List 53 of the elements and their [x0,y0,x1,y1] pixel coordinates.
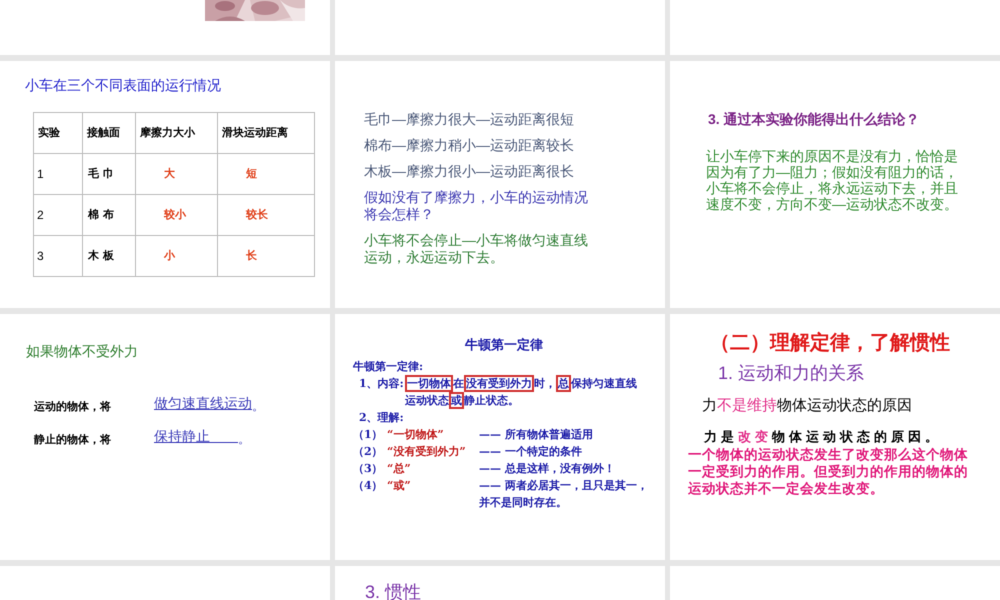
table-cell: 棉 布 [82,194,136,236]
slide-title: 牛顿第一定律 [464,337,544,354]
item-number: （4） [353,478,384,494]
table-cell: 大 [136,154,218,194]
section-heading: 牛顿第一定律: [353,359,424,375]
column-header: 摩擦力大小 [136,112,218,154]
prompt-text: 静止的物体，将 [32,432,112,448]
item-explanation: —— 一个特定的条件 [479,444,582,460]
slide-paragraph: 一个物体的运动状态发生了改变那么这个物体一定受到力的作用。但受到力的作用的物体的运动状态并不一定会发生改变。 [688,446,969,497]
slide-title: 3. 通过本实验你能得出什么结论？ [708,110,921,129]
table-cell: 长 [218,236,314,276]
text-line: 假如没有了摩擦力，小车的运动情况将会怎样？ [364,189,589,223]
quoted-term: “或” [387,478,412,494]
slide-title: 如果物体不受外力 [26,342,139,361]
table-cell: 短 [218,154,314,194]
table-cell: 1 [34,154,82,194]
answer-text: 保持静止 [154,428,211,447]
table-cell: 较小 [136,194,218,236]
slide-title: 小车在三个不同表面的运行情况 [25,76,222,95]
prompt-text: 运动的物体，将 [33,400,112,414]
item-number: （3） [353,461,384,477]
table-cell: 2 [34,194,82,236]
table-cell: 木 板 [82,236,136,276]
slide-paragraph: 让小车停下来的原因不是没有力，恰恰是因为有了力—阻力；假如没有阻力的话，小车将不会停止，将永远运动下去，并且速度不变，方向不变—运动状态不改变。 [706,148,959,212]
item-explanation: —— 总是这样，没有例外！ [479,461,615,477]
section-heading: 2、理解: [358,410,405,426]
text-line: 小车将不会停止—小车将做匀速直线运动，永远运动下去。 [364,232,589,266]
slide-subtitle: 1. 运动和力的关系 [717,362,866,385]
answer-text: 做匀速直线运动 [154,396,252,414]
quoted-term: “一切物体” [387,427,445,443]
item-number: （2） [353,444,384,460]
period-text: 。 [238,431,250,448]
table-cell: 毛 巾 [82,154,136,194]
text-line: 木板—摩擦力很小—运动距离很长 [364,163,575,180]
column-header: 滑块运动距离 [218,112,314,154]
text-line: 毛巾—摩擦力很大—运动距离很短 [364,111,575,128]
table-cell: 3 [34,236,82,276]
table-cell: 较长 [218,194,314,236]
quoted-term: “总” [387,461,412,477]
text-line: 棉布—摩擦力稍小—运动距离较长 [364,137,575,154]
item-explanation: —— 两者必居其一，且只是其一，并不是同时存在。 [479,478,649,511]
column-header: 实验 [34,112,82,154]
column-header: 接触面 [82,112,136,154]
item-explanation: —— 所有物体普遍适用 [479,427,593,443]
item-number: （1） [353,427,384,443]
period-text: 。 [252,398,264,415]
law-statement: 一切物体 在 没有受到外力 时， 总 保持匀速直线运动状态 或 静止状态。 [405,375,638,409]
slide-title: （二）理解定律，了解惯性 [709,330,951,356]
statement-text: 力不是维持物体运动状态的原因 [701,396,913,416]
statement-text: 力是 改变 物体运动状态的原因。 [702,428,943,446]
content-label: 1、内容: [358,376,405,392]
table-cell: 小 [136,236,218,276]
quoted-term: “没有受到外力” [387,444,467,460]
